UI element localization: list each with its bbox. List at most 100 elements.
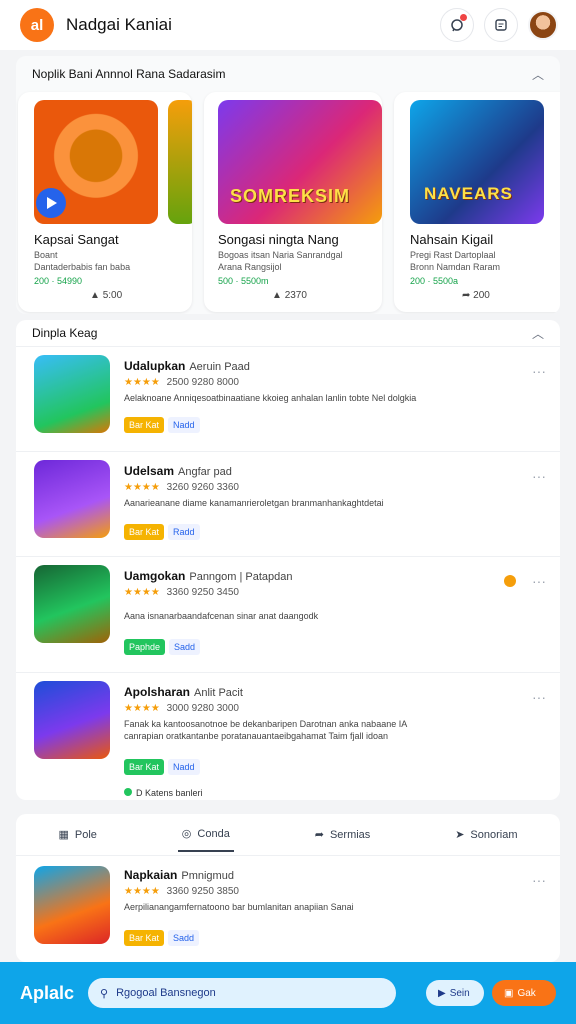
chevron-up-icon[interactable]: ︿: [532, 66, 544, 83]
item-title: Napkaian Pmnigmud: [124, 868, 234, 882]
footer-bar: Aplalc ⚲ Rgogoal Bansnegon ▶ Sein ▣ Gak: [0, 962, 576, 1024]
tab-pole[interactable]: ▦ Pole: [54, 818, 100, 851]
list-item[interactable]: Uamgokan Panngom | Patapdan ★★★★ 3360 925…: [16, 556, 560, 672]
app-title: Nadgai Kaniai: [66, 15, 172, 34]
game-thumbnail: [34, 565, 110, 643]
gak-button[interactable]: ▣ Gak: [492, 980, 556, 1006]
square-icon: ▣: [504, 987, 514, 999]
item-description: Aerpilianangamfernatoono bar bumlanitan …: [124, 902, 354, 912]
game-list-section: Dinpla Keag ︿ Udalupkan Aeruin Paad ★★★★ …: [16, 320, 560, 800]
tab-conda[interactable]: ◎ Conda: [177, 817, 234, 852]
card-price: 500 · 5500m: [218, 276, 269, 286]
grid-icon: ▦: [58, 829, 69, 841]
featured-card[interactable]: Kapsai Sangat Boant Dantaderbabis fan ba…: [18, 92, 192, 312]
search-icon: ⚲: [100, 987, 109, 1000]
send-icon: ➤: [455, 829, 465, 841]
rating-stars: ★★★★ 3360 9250 3450: [124, 587, 239, 598]
tag-secondary[interactable]: Sadd: [168, 930, 200, 946]
hot-badge-icon: [504, 575, 516, 587]
tag-primary[interactable]: Bar Kat: [124, 417, 165, 433]
game-art-side: [168, 100, 192, 224]
tab-sonoriam[interactable]: ➤ Sonoriam: [451, 818, 521, 851]
card-subtitle: Boant: [34, 250, 58, 260]
card-subtitle: Dantaderbabis fan baba: [34, 262, 131, 272]
tag-secondary[interactable]: Radd: [168, 524, 200, 540]
notification-dot: [460, 14, 467, 21]
tab-sermias[interactable]: ➦ Sermias: [311, 818, 375, 851]
more-icon[interactable]: ···: [532, 468, 546, 484]
avatar[interactable]: [528, 10, 558, 40]
game-thumbnail: [34, 866, 110, 944]
item-description: canrapian oratkantanbe poratanauantaeibg…: [124, 731, 389, 741]
list-item[interactable]: Apolsharan Anlit Pacit ★★★★ 3000 9280 300…: [16, 672, 560, 800]
more-icon[interactable]: ···: [532, 872, 546, 888]
list-item[interactable]: Napkaian Pmnigmud ★★★★ 3360 9250 3850 Aer…: [16, 856, 560, 962]
card-subtitle: Pregi Rast Dartoplaal: [410, 250, 496, 260]
card-price: 200 · 54990: [34, 276, 83, 286]
top-bar: al Nadgai Kaniai: [0, 0, 576, 50]
game-art-title: SOMREKSIM: [230, 186, 351, 206]
more-icon[interactable]: ···: [532, 689, 546, 705]
featured-card[interactable]: NAVEARS Nahsain Kigail Pregi Rast Dartop…: [394, 92, 560, 312]
item-description: Aanarieanane diame kanamanrieroletgan br…: [124, 498, 384, 508]
featured-carousel[interactable]: Kapsai Sangat Boant Dantaderbabis fan ba…: [16, 92, 560, 314]
tag-primary[interactable]: Bar Kat: [124, 759, 165, 775]
item-title: Uamgokan Panngom | Patapdan: [124, 569, 293, 583]
card-count: ▲ 2370: [272, 290, 307, 301]
sein-button[interactable]: ▶ Sein: [426, 980, 484, 1006]
item-extra: D Katens banleri: [124, 788, 203, 798]
game-art-heroes: SOMREKSIM: [218, 100, 382, 224]
card-title: Nahsain Kigail: [410, 232, 494, 247]
rating-stars: ★★★★ 2500 9280 8000: [124, 377, 239, 388]
game-art-squad: NAVEARS: [410, 100, 544, 224]
tag-primary[interactable]: Paphde: [124, 639, 166, 655]
list-item[interactable]: Udalupkan Aeruin Paad ★★★★ 2500 9280 8000…: [16, 346, 560, 451]
play-icon: ▶: [438, 987, 446, 999]
tag-secondary[interactable]: Nadd: [168, 759, 200, 775]
game-art-title: NAVEARS: [424, 184, 513, 203]
card-title: Songasi ningta Nang: [218, 232, 339, 247]
item-description: Aana isnanarbaandafcenan sinar anat daan…: [124, 611, 319, 621]
item-title: Udalupkan Aeruin Paad: [124, 359, 250, 373]
tag-secondary[interactable]: Nadd: [168, 417, 200, 433]
card-count: ➦ 200: [462, 290, 490, 301]
tab-bar: ▦ Pole ◎ Conda ➦ Sermias ➤ Sonoriam: [16, 814, 560, 856]
list-heading: Dinpla Keag: [32, 326, 98, 340]
game-art-mouse: [34, 100, 158, 224]
card-subtitle: Arana Rangsijol: [218, 262, 282, 272]
more-icon[interactable]: ···: [532, 573, 546, 589]
card-title: Kapsai Sangat: [34, 232, 119, 247]
card-subtitle: Bogoas itsan Naria Sanrandgal: [218, 250, 343, 260]
card-count: ▲ 5:00: [90, 290, 123, 301]
featured-card[interactable]: SOMREKSIM Songasi ningta Nang Bogoas its…: [204, 92, 382, 312]
item-title: Udelsam Angfar pad: [124, 464, 232, 478]
bottom-section: ▦ Pole ◎ Conda ➦ Sermias ➤ Sonoriam Napkaian…: [16, 814, 560, 962]
more-icon[interactable]: ···: [532, 363, 546, 379]
chevron-up-icon[interactable]: ︿: [532, 325, 544, 342]
item-description: Aelaknoane Anniqesoatbinaatiane kkoieg a…: [124, 393, 417, 403]
rating-stars: ★★★★ 3000 9280 3000: [124, 703, 239, 714]
message-icon[interactable]: [484, 8, 518, 42]
search-input[interactable]: ⚲ Rgogoal Bansnegon: [88, 978, 396, 1008]
rating-stars: ★★★★ 3260 9260 3360: [124, 482, 239, 493]
chat-icon: ◎: [181, 828, 192, 840]
game-thumbnail: [34, 681, 110, 759]
rating-stars: ★★★★ 3360 9250 3850: [124, 886, 239, 897]
tag-secondary[interactable]: Sadd: [169, 639, 201, 655]
item-title: Apolsharan Anlit Pacit: [124, 685, 243, 699]
featured-section: Noplik Bani Annnol Rana Sadarasim ︿ Kaps…: [16, 56, 560, 314]
footer-brand: Aplalc: [20, 982, 75, 1003]
game-thumbnail: [34, 460, 110, 538]
tag-primary[interactable]: Bar Kat: [124, 930, 165, 946]
notification-icon[interactable]: [440, 8, 474, 42]
featured-heading: Noplik Bani Annnol Rana Sadarasim: [32, 67, 226, 81]
item-description: Fanak ka kantoosanotnoe be dekanbaripen …: [124, 719, 408, 729]
card-subtitle: Bronn Namdan Raram: [410, 262, 501, 272]
share-icon: ➦: [314, 829, 324, 841]
tag-primary[interactable]: Bar Kat: [124, 524, 165, 540]
game-thumbnail: [34, 355, 110, 433]
list-item[interactable]: Udelsam Angfar pad ★★★★ 3260 9260 3360 Aa…: [16, 451, 560, 556]
card-price: 200 · 5500a: [410, 276, 459, 286]
play-icon: [36, 188, 66, 218]
app-logo[interactable]: al: [20, 8, 54, 42]
